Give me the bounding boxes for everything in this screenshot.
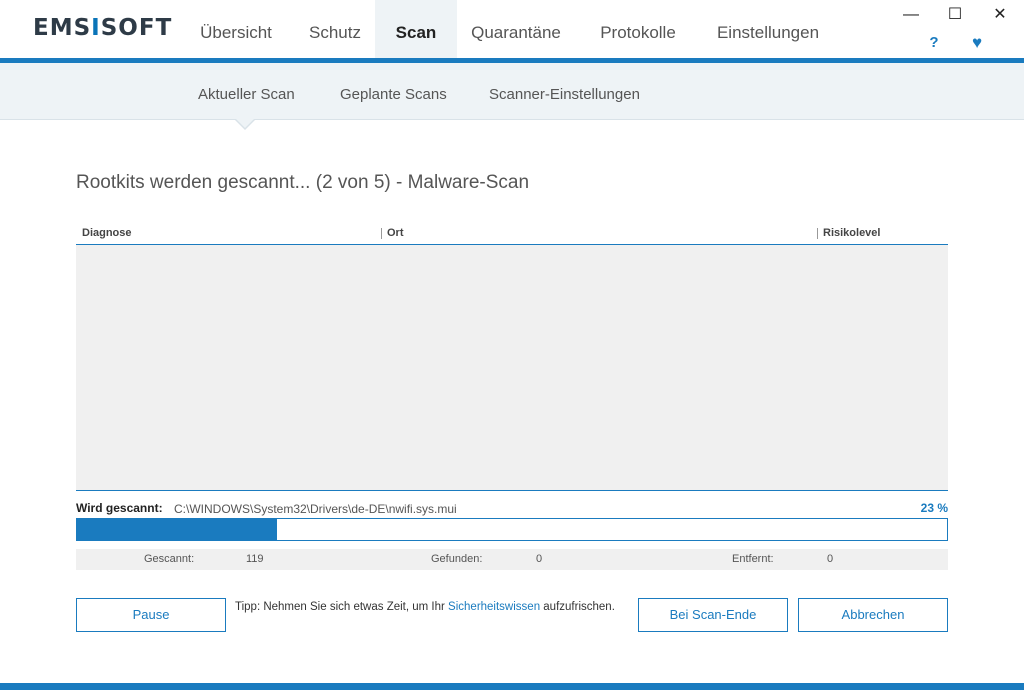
table-header: Diagnose Ort Risikolevel bbox=[76, 222, 948, 245]
stat-scanned-value: 119 bbox=[246, 553, 264, 565]
stat-removed-value: 0 bbox=[827, 553, 834, 565]
results-table: Diagnose Ort Risikolevel bbox=[76, 222, 948, 491]
scanning-label: Wird gescannt: bbox=[76, 501, 163, 515]
header: EMSISOFT Übersicht Schutz Scan Quarantän… bbox=[0, 0, 1024, 63]
tip-text: Tipp: Nehmen Sie sich etwas Zeit, um Ihr… bbox=[235, 601, 615, 613]
close-button[interactable]: ✕ bbox=[989, 4, 1011, 26]
security-knowledge-link[interactable]: Sicherheitswissen bbox=[448, 601, 540, 613]
results-list[interactable] bbox=[76, 245, 948, 491]
pause-button[interactable]: Pause bbox=[76, 598, 226, 632]
subnav-pointer bbox=[236, 119, 254, 128]
footer-accent-bar bbox=[0, 683, 1024, 690]
tab-scan[interactable]: Scan bbox=[375, 0, 457, 62]
tab-settings[interactable]: Einstellungen bbox=[706, 0, 830, 62]
scanning-path: C:\WINDOWS\System32\Drivers\de-DE\nwifi.… bbox=[174, 502, 457, 516]
cancel-button[interactable]: Abbrechen bbox=[798, 598, 948, 632]
tab-quarantine[interactable]: Quarantäne bbox=[462, 0, 570, 62]
minimize-button[interactable]: — bbox=[900, 4, 922, 26]
logo-text-2: SOFT bbox=[100, 15, 173, 41]
stat-removed-label: Entfernt: bbox=[732, 553, 774, 565]
tab-logs[interactable]: Protokolle bbox=[588, 0, 688, 62]
tip-prefix: Tipp: Nehmen Sie sich etwas Zeit, um Ihr bbox=[235, 601, 449, 613]
column-header-risk-level[interactable]: Risikolevel bbox=[823, 227, 880, 239]
subtab-scheduled-scans[interactable]: Geplante Scans bbox=[340, 63, 447, 120]
tip-suffix: aufzufrischen. bbox=[540, 601, 615, 613]
column-header-location[interactable]: Ort bbox=[387, 227, 404, 239]
tab-overview[interactable]: Übersicht bbox=[184, 0, 288, 62]
scan-stats: Gescannt: 119 Gefunden: 0 Entfernt: 0 bbox=[76, 549, 948, 570]
maximize-button[interactable]: ☐ bbox=[944, 4, 966, 26]
stat-scanned-label: Gescannt: bbox=[144, 553, 195, 565]
emsisoft-logo: EMSISOFT bbox=[33, 15, 172, 41]
logo-text-accent: I bbox=[91, 15, 101, 41]
subtab-scanner-settings[interactable]: Scanner-Einstellungen bbox=[489, 63, 640, 120]
stat-found-value: 0 bbox=[536, 553, 543, 565]
scan-status-title: Rootkits werden gescannt... (2 von 5) - … bbox=[76, 172, 530, 193]
on-scan-end-button[interactable]: Bei Scan-Ende bbox=[638, 598, 788, 632]
progress-percent: 23 % bbox=[920, 501, 948, 515]
heart-icon[interactable]: ♥ bbox=[967, 33, 987, 53]
progress-bar-fill bbox=[77, 519, 278, 540]
subtab-current-scan[interactable]: Aktueller Scan bbox=[198, 63, 295, 120]
subnav: Aktueller Scan Geplante Scans Scanner-Ei… bbox=[0, 63, 1024, 120]
help-icon[interactable]: ? bbox=[924, 33, 944, 53]
progress-bar bbox=[76, 518, 948, 541]
column-separator[interactable] bbox=[817, 228, 818, 239]
column-header-diagnosis[interactable]: Diagnose bbox=[82, 227, 132, 239]
tab-protection[interactable]: Schutz bbox=[296, 0, 374, 62]
stat-found-label: Gefunden: bbox=[431, 553, 483, 565]
emsisoft-window: EMSISOFT Übersicht Schutz Scan Quarantän… bbox=[0, 0, 1024, 690]
column-separator[interactable] bbox=[381, 228, 382, 239]
logo-text-1: EMS bbox=[33, 15, 92, 41]
